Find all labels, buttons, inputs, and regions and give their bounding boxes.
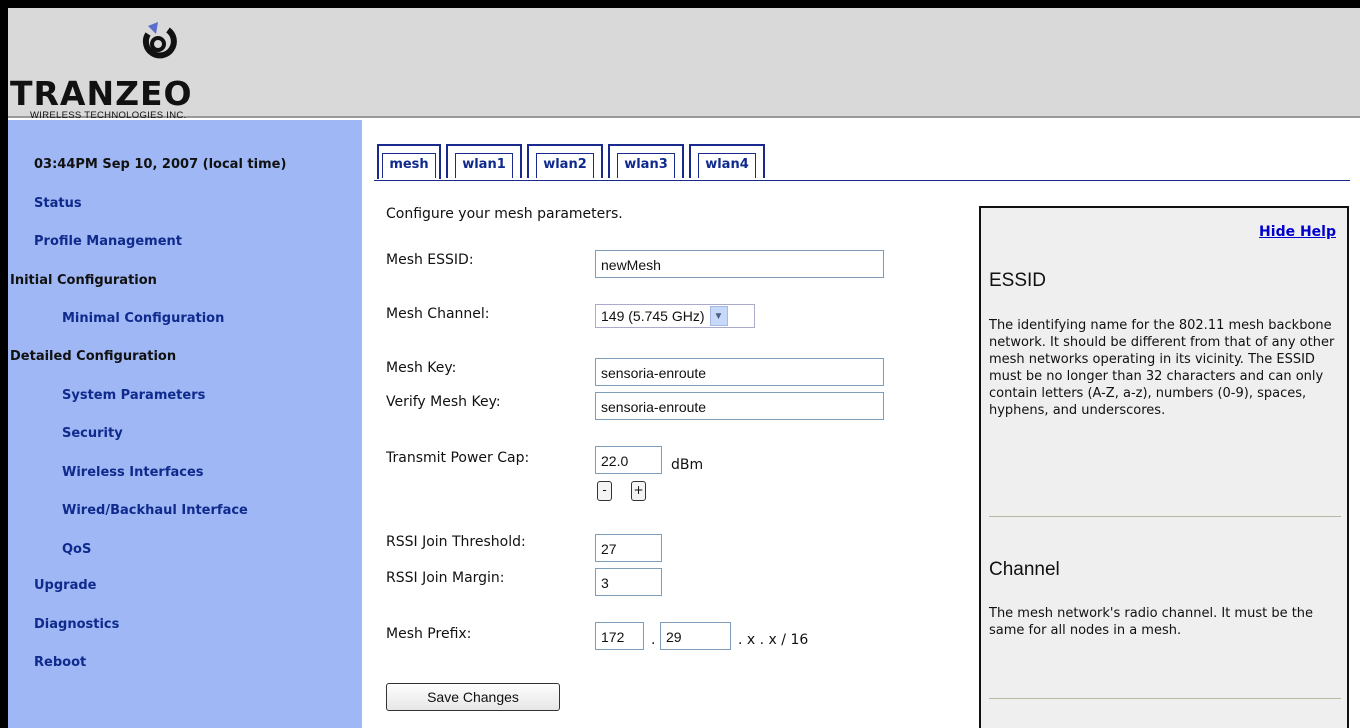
verify-key-label: Verify Mesh Key: (386, 394, 501, 410)
mesh-key-label: Mesh Key: (386, 360, 457, 376)
mesh-prefix-label: Mesh Prefix: (386, 626, 472, 642)
mesh-key-input[interactable]: sensoria-enroute (595, 358, 884, 386)
tab-wlan2[interactable]: wlan2 (527, 144, 603, 178)
channel-select[interactable]: 149 (5.745 GHz) ▼ (595, 304, 755, 328)
chevron-down-icon[interactable]: ▼ (709, 306, 728, 326)
sidebar-item-system-parameters[interactable]: System Parameters (62, 388, 205, 403)
page: TRANZEO WIRELESS TECHNOLOGIES INC. 03:44… (8, 8, 1360, 728)
essid-input[interactable]: newMesh (595, 250, 884, 278)
channel-label: Mesh Channel: (386, 306, 490, 322)
help-essid-text: The identifying name for the 802.11 mesh… (989, 318, 1335, 418)
help-divider-2 (989, 698, 1341, 699)
sidebar-item-upgrade[interactable]: Upgrade (34, 578, 96, 593)
sidebar-item-qos[interactable]: QoS (62, 542, 91, 557)
sidebar-heading-initial-configuration: Initial Configuration (10, 273, 157, 288)
help-essid-title: ESSID (989, 270, 1047, 291)
tab-wlan1-label: wlan1 (455, 153, 513, 178)
rssi-margin-label: RSSI Join Margin: (386, 570, 505, 586)
prefix-octet-1-input[interactable]: 172 (595, 622, 644, 650)
tab-mesh[interactable]: mesh (377, 144, 441, 179)
sidebar-item-diagnostics[interactable]: Diagnostics (34, 617, 119, 632)
logo-antenna-icon (142, 22, 177, 59)
prefix-dot: . (651, 632, 656, 648)
sidebar-item-security[interactable]: Security (62, 426, 123, 441)
tab-wlan3-label: wlan3 (617, 153, 675, 178)
rssi-margin-input[interactable]: 3 (595, 568, 662, 596)
tab-wlan4-label: wlan4 (698, 153, 756, 178)
sidebar-item-minimal-configuration[interactable]: Minimal Configuration (62, 311, 224, 326)
power-cap-label: Transmit Power Cap: (386, 450, 530, 466)
tab-wlan3[interactable]: wlan3 (608, 144, 684, 178)
verify-key-input[interactable]: sensoria-enroute (595, 392, 884, 420)
sidebar-item-wireless-interfaces[interactable]: Wireless Interfaces (62, 465, 204, 480)
tab-mesh-label: mesh (382, 153, 436, 178)
help-divider (989, 516, 1341, 517)
prefix-octet-2-input[interactable]: 29 (660, 622, 731, 650)
power-increase-button[interactable]: + (631, 481, 646, 501)
main-content: mesh wlan1 wlan2 wlan3 wlan4 Configure y… (362, 120, 1360, 728)
help-channel-text: The mesh network's radio channel. It mus… (989, 606, 1314, 638)
hide-help-link[interactable]: Hide Help (1259, 224, 1336, 240)
intro-text: Configure your mesh parameters. (386, 206, 623, 222)
tab-wlan1[interactable]: wlan1 (446, 144, 522, 178)
header: TRANZEO WIRELESS TECHNOLOGIES INC. (8, 8, 1360, 121)
sidebar-item-status[interactable]: Status (34, 196, 82, 211)
logo-brand: TRANZEO (10, 74, 193, 113)
rssi-threshold-input[interactable]: 27 (595, 534, 662, 562)
help-panel: Hide Help ESSID The identifying name for… (979, 206, 1349, 728)
sidebar-item-profile-management[interactable]: Profile Management (34, 234, 182, 249)
power-cap-input[interactable]: 22.0 (595, 446, 662, 474)
power-unit: dBm (671, 457, 704, 473)
power-decrease-button[interactable]: - (597, 481, 612, 501)
sidebar-heading-detailed-configuration: Detailed Configuration (10, 349, 177, 364)
essid-label: Mesh ESSID: (386, 252, 474, 268)
tab-wlan4[interactable]: wlan4 (689, 144, 765, 178)
sidebar-item-reboot[interactable]: Reboot (34, 655, 86, 670)
sidebar: 03:44PM Sep 10, 2007 (local time) Status… (8, 120, 362, 728)
clock: 03:44PM Sep 10, 2007 (local time) (34, 157, 287, 172)
tranzeo-logo: TRANZEO WIRELESS TECHNOLOGIES INC. (8, 16, 298, 121)
help-channel-title: Channel (989, 559, 1060, 580)
save-changes-button[interactable]: Save Changes (386, 683, 560, 711)
prefix-suffix: . x . x / 16 (738, 632, 809, 648)
sidebar-item-wired-backhaul-interface[interactable]: Wired/Backhaul Interface (62, 503, 248, 518)
channel-select-value: 149 (5.745 GHz) (601, 308, 705, 324)
rssi-threshold-label: RSSI Join Threshold: (386, 534, 526, 550)
tab-bar: mesh wlan1 wlan2 wlan3 wlan4 (374, 141, 1350, 181)
tab-wlan2-label: wlan2 (536, 153, 594, 178)
